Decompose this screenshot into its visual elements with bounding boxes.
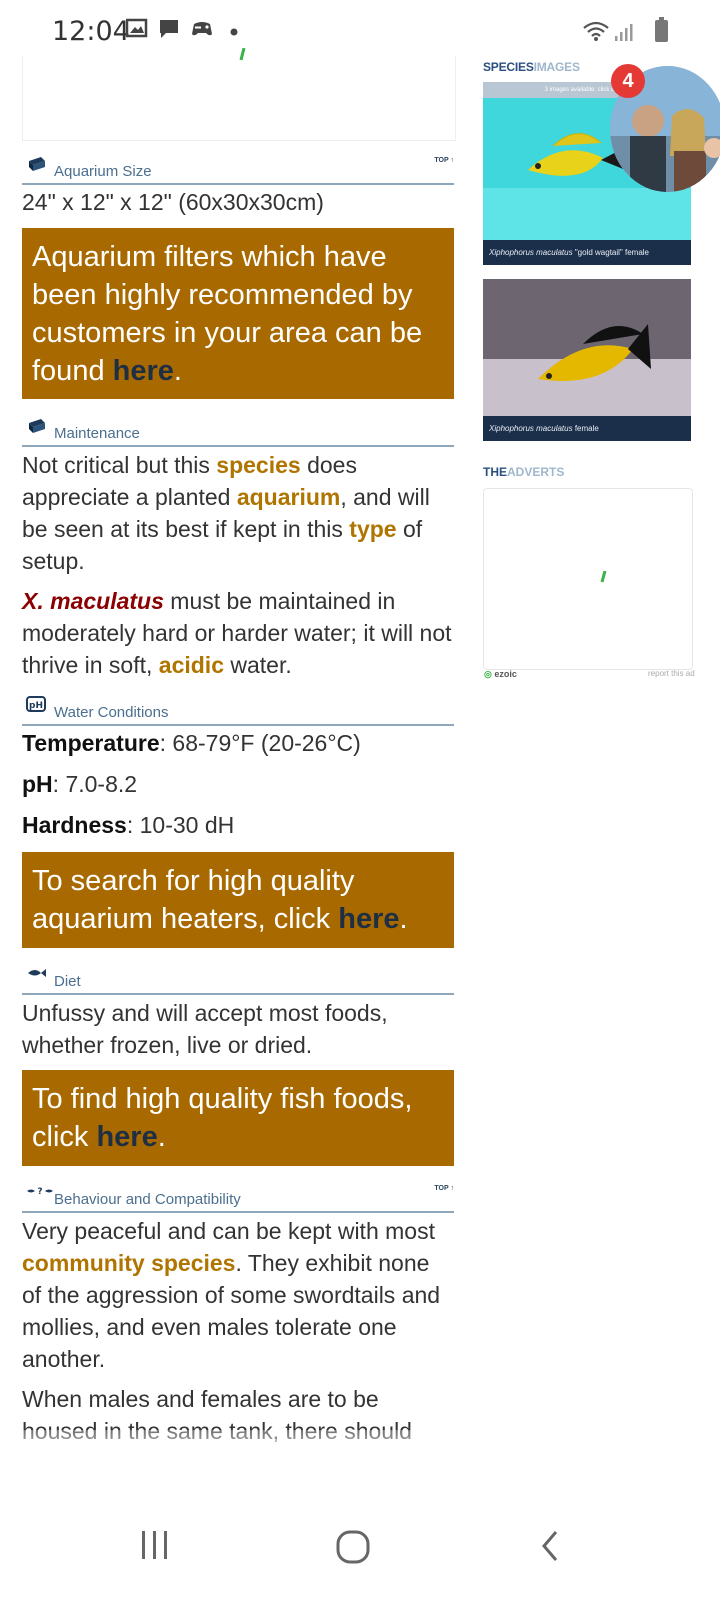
type-link[interactable]: type: [349, 516, 396, 542]
dot-icon: [230, 28, 238, 36]
behaviour-paragraph-1: Very peaceful and can be kept with most …: [22, 1215, 454, 1375]
species-name: X. maculatus: [22, 588, 164, 614]
caption-species: Xiphophorus maculatus: [489, 424, 573, 433]
foods-here-link[interactable]: here: [96, 1121, 157, 1153]
section-title: Diet: [54, 973, 81, 990]
loading-tick-icon: [239, 48, 246, 61]
param-label: pH: [22, 771, 53, 797]
section-header-water-conditions: pH Water Conditions: [22, 696, 454, 726]
section-header-diet: Diet: [22, 965, 454, 995]
svg-text:?: ?: [37, 1187, 42, 1197]
signal-icon: [615, 24, 633, 41]
ezoic-icon: ◎: [484, 669, 492, 679]
ezoic-label[interactable]: ◎ ezoic: [484, 669, 517, 680]
navigation-bar: [0, 1500, 720, 1600]
promo-text: To search for high quality aquarium heat…: [32, 865, 355, 935]
text-run: water.: [224, 652, 292, 678]
text-run: Not critical but this: [22, 452, 217, 478]
heading-light: IMAGES: [533, 60, 580, 74]
notification-badge: 4: [611, 64, 645, 98]
section-header-aquarium-size: Aquarium Size TOP ↑: [22, 155, 454, 185]
heaters-promo-box: To search for high quality aquarium heat…: [22, 852, 454, 948]
hardness-row: Hardness: 10-30 dH: [22, 812, 454, 839]
aquarium-size-text: 24" x 12" x 12" (60x30x30cm): [22, 189, 324, 215]
clock: 12:04: [52, 16, 130, 47]
param-label: Temperature: [22, 730, 160, 756]
caption-rest: "gold wagtail" female: [572, 248, 649, 257]
ezoic-text: ezoic: [494, 669, 517, 679]
ad-placeholder[interactable]: [22, 48, 456, 141]
heading-bold: SPECIES: [483, 60, 534, 74]
promo-text: Aquarium filters which have been highly …: [32, 241, 423, 387]
top-link[interactable]: TOP ↑: [434, 157, 454, 164]
status-bar: 12:04: [0, 0, 720, 62]
aquarium-link[interactable]: aquarium: [237, 484, 341, 510]
back-icon[interactable]: [536, 1528, 564, 1564]
foods-promo-box: To find high quality fish foods, click h…: [22, 1070, 454, 1166]
heading-bold: THE: [483, 465, 507, 479]
section-title: Behaviour and Compatibility: [54, 1191, 241, 1208]
loading-tick-icon: [600, 571, 607, 583]
diet-text: Unfussy and will accept most foods, whet…: [22, 1000, 388, 1058]
fish-photo: [483, 279, 691, 416]
ph-icon: pH: [26, 696, 46, 712]
caption-rest: female: [572, 424, 599, 433]
report-ad-link[interactable]: report this ad: [648, 669, 695, 678]
species-link[interactable]: species: [216, 452, 300, 478]
message-icon: [160, 20, 178, 38]
param-value: : 10-30 dH: [126, 812, 235, 838]
game-controller-icon: [192, 22, 212, 36]
fish-question-icon: ?: [27, 1187, 53, 1197]
promo-text: To find high quality fish foods, click: [32, 1083, 413, 1153]
section-header-behaviour: ? Behaviour and Compatibility TOP ↑: [22, 1183, 454, 1213]
image-caption: Xiphophorus maculatus "gold wagtail" fem…: [483, 240, 691, 265]
bottom-fade: [0, 1430, 720, 1470]
param-label: Hardness: [22, 812, 127, 838]
adverts-heading: THEADVERTS: [483, 465, 564, 479]
caption-species: Xiphophorus maculatus: [489, 248, 573, 257]
filters-here-link[interactable]: here: [113, 355, 174, 387]
top-link[interactable]: TOP ↑: [434, 1185, 454, 1192]
advert-placeholder[interactable]: [483, 488, 693, 670]
section-title: Maintenance: [54, 425, 140, 442]
image-icon: [126, 18, 148, 38]
svg-text:pH: pH: [29, 701, 43, 711]
section-header-maintenance: Maintenance: [22, 417, 454, 447]
promo-end: .: [173, 355, 182, 387]
param-value: : 68-79°F (20-26°C): [159, 730, 361, 756]
promo-end: .: [399, 903, 408, 935]
wifi-icon: [583, 21, 609, 41]
param-value: : 7.0-8.2: [52, 771, 138, 797]
recent-apps-icon[interactable]: [138, 1528, 172, 1562]
heaters-here-link[interactable]: here: [338, 903, 399, 935]
filters-promo-box: Aquarium filters which have been highly …: [22, 228, 454, 399]
community-species-link[interactable]: community species: [22, 1250, 235, 1276]
fish-icon: [28, 969, 46, 977]
maintenance-paragraph-1: Not critical but this species does appre…: [22, 449, 454, 577]
maintenance-paragraph-2: X. maculatus must be maintained in moder…: [22, 585, 454, 681]
battery-icon: [655, 17, 668, 42]
section-title: Aquarium Size: [54, 163, 152, 180]
tank-icon: [29, 419, 45, 433]
fish-image-female[interactable]: [483, 279, 691, 416]
tank-icon: [29, 157, 45, 171]
heading-light: ADVERTS: [507, 465, 565, 479]
section-title: Water Conditions: [54, 704, 169, 721]
acidic-link[interactable]: acidic: [159, 652, 224, 678]
home-icon[interactable]: [334, 1528, 372, 1566]
image-caption: Xiphophorus maculatus female: [483, 416, 691, 441]
promo-end: .: [157, 1121, 166, 1153]
ph-row: pH: 7.0-8.2: [22, 771, 454, 798]
species-images-heading: SPECIESIMAGES: [483, 60, 580, 74]
temperature-row: Temperature: 68-79°F (20-26°C): [22, 730, 454, 757]
text-run: Very peaceful and can be kept with most: [22, 1218, 435, 1244]
